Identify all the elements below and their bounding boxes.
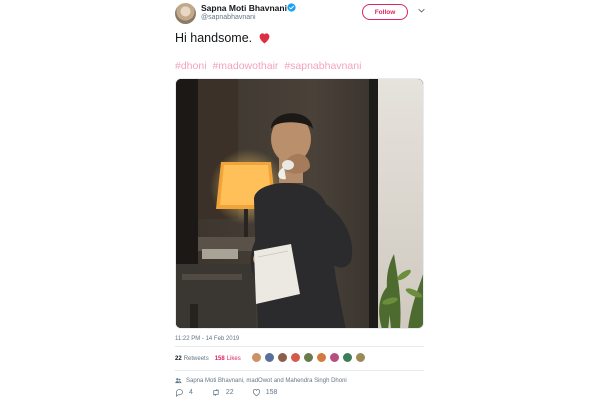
liker-avatar[interactable] [342, 352, 353, 363]
conversation-participants[interactable]: Sapna Moti Bhavnani, madOwot and Mahendr… [175, 377, 347, 384]
reply-count: 4 [189, 389, 193, 396]
hashtag-row: #dhoni #madowothair #sapnabhavnani [175, 60, 364, 72]
participants-text: Sapna Moti Bhavnani, madOwot and Mahendr… [186, 377, 347, 384]
liker-avatars [251, 352, 368, 363]
photo-scene [176, 79, 423, 328]
user-handle[interactable]: @sapnabhavnani [201, 14, 256, 21]
tweet-text-row: Hi handsome. [175, 31, 271, 45]
retweets-count[interactable]: 22 [175, 356, 182, 362]
heart-emoji-icon [259, 33, 270, 44]
verified-badge-icon [287, 3, 296, 12]
hashtag-link[interactable]: #madowothair [212, 60, 278, 72]
likes-label[interactable]: Likes [227, 356, 241, 362]
tweet-card: Sapna Moti Bhavnani @sapnabhavnani Follo… [163, 0, 437, 400]
like-count: 158 [265, 389, 278, 396]
engagement-stats: 22 Retweets 158 Likes [175, 352, 241, 366]
reply-icon [176, 389, 183, 397]
tweet-text: Hi handsome. [175, 31, 253, 45]
liker-avatar[interactable] [303, 352, 314, 363]
liker-avatar[interactable] [290, 352, 301, 363]
hashtag-link[interactable]: #sapnabhavnani [284, 60, 361, 72]
tweet-timestamp[interactable]: 11:22 PM - 14 Feb 2019 [175, 336, 239, 342]
liker-avatar[interactable] [355, 352, 366, 363]
likes-count[interactable]: 158 [215, 356, 225, 362]
retweet-button[interactable]: 22 [211, 388, 234, 397]
tweet-actions: 4 22 158 [175, 388, 295, 397]
people-icon [175, 378, 182, 384]
liker-avatar[interactable] [277, 352, 288, 363]
tweet-photo[interactable] [175, 78, 424, 329]
retweets-label[interactable]: Retweets [184, 356, 209, 362]
like-button[interactable]: 158 [252, 388, 278, 397]
reply-button[interactable]: 4 [175, 388, 193, 397]
like-icon [252, 389, 260, 397]
user-name[interactable]: Sapna Moti Bhavnani [201, 3, 287, 13]
follow-button[interactable]: Follow [362, 4, 408, 20]
liker-avatar[interactable] [264, 352, 275, 363]
divider [175, 370, 424, 371]
hashtag-link[interactable]: #dhoni [175, 60, 207, 72]
retweet-icon [213, 389, 219, 396]
divider [175, 346, 424, 347]
liker-avatar[interactable] [316, 352, 327, 363]
chevron-down-icon[interactable] [417, 6, 426, 15]
retweet-count: 22 [225, 389, 234, 396]
liker-avatar[interactable] [251, 352, 262, 363]
avatar[interactable] [175, 3, 196, 24]
liker-avatar[interactable] [329, 352, 340, 363]
